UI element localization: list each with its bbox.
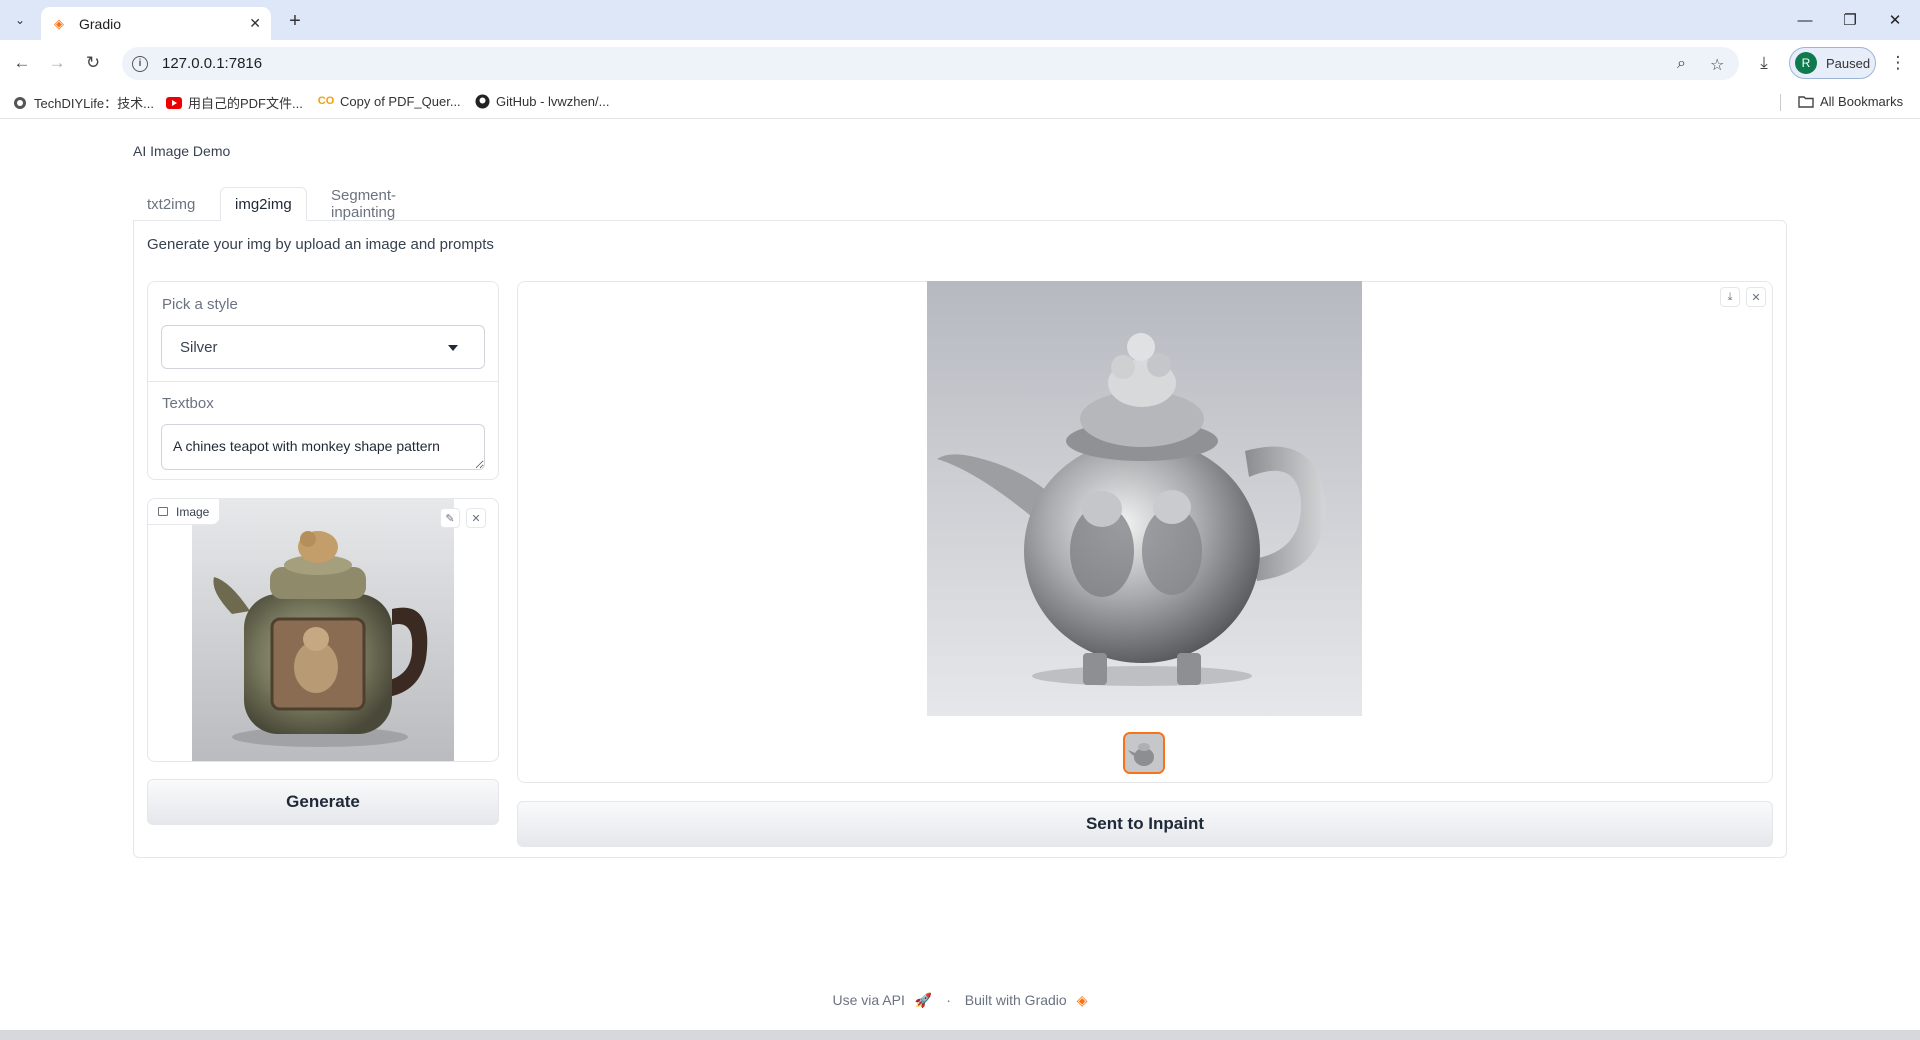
panel-description: Generate your img by upload an image and… bbox=[147, 236, 494, 253]
send-to-inpaint-button[interactable]: Sent to Inpaint bbox=[517, 801, 1773, 847]
forward-arrow-icon[interactable]: → bbox=[43, 49, 71, 77]
tab-segment-inpainting[interactable]: Segment-inpainting bbox=[317, 187, 410, 221]
clear-image-icon[interactable]: ✕ bbox=[466, 508, 486, 528]
edit-pencil-icon[interactable]: ✎ bbox=[440, 508, 460, 528]
restore-icon[interactable]: ❐ bbox=[1830, 6, 1870, 34]
image-label-text: Image bbox=[176, 504, 210, 519]
rocket-icon: 🚀 bbox=[914, 992, 933, 1008]
address-url: 127.0.0.1:7816 bbox=[162, 55, 263, 72]
bookmark-star-icon[interactable]: ☆ bbox=[1710, 55, 1724, 75]
gradio-logo-icon: ◈ bbox=[1076, 992, 1088, 1008]
input-teapot-image bbox=[192, 499, 454, 761]
built-with-gradio-link[interactable]: Built with Gradio bbox=[965, 992, 1067, 1008]
prompt-textbox[interactable]: A chines teapot with monkey shape patter… bbox=[161, 424, 485, 470]
minimize-icon[interactable]: — bbox=[1785, 6, 1825, 34]
bookmark-item[interactable]: TechDIYLife：技术... bbox=[12, 93, 154, 112]
bookmark-item[interactable]: CO Copy of PDF_Quer... bbox=[318, 93, 461, 109]
site-info-icon[interactable]: i bbox=[132, 55, 148, 72]
browser-toolbar: ← → ↻ i 127.0.0.1:7816 ⌕ ☆ ⤓ R Paused ⋮ bbox=[0, 40, 1920, 86]
bookmark-label: Copy of PDF_Quer... bbox=[340, 93, 461, 109]
close-gallery-icon[interactable]: ✕ bbox=[1746, 287, 1766, 307]
tab-search-chevron-icon[interactable]: ⌄ bbox=[8, 9, 32, 31]
prompt-form: Pick a style Silver Textbox A chines tea… bbox=[147, 281, 499, 480]
profile-button[interactable]: R Paused bbox=[1789, 47, 1876, 79]
footer: Use via API 🚀 · Built with Gradio ◈ bbox=[0, 992, 1920, 1009]
use-via-api-link[interactable]: Use via API bbox=[833, 992, 905, 1008]
style-dropdown[interactable]: Silver bbox=[161, 325, 485, 369]
bookmarks-divider bbox=[1780, 94, 1781, 111]
browser-menu-icon[interactable]: ⋮ bbox=[1884, 49, 1912, 77]
image-block-label: Image bbox=[148, 499, 221, 525]
tab-img2img[interactable]: img2img bbox=[220, 187, 307, 221]
github-icon bbox=[474, 93, 490, 109]
download-icon[interactable]: ⤓ bbox=[1720, 287, 1740, 307]
folder-icon bbox=[1798, 93, 1814, 109]
profile-avatar: R bbox=[1795, 52, 1817, 74]
thumbnail-teapot-icon bbox=[1125, 734, 1163, 772]
colab-icon: CO bbox=[317, 95, 335, 107]
browser-tab-title: Gradio bbox=[79, 15, 122, 32]
window-close-icon[interactable]: ✕ bbox=[1875, 6, 1915, 34]
textbox-label: Textbox bbox=[162, 395, 214, 412]
taskbar-edge bbox=[0, 1030, 1920, 1040]
image-icon bbox=[158, 507, 168, 516]
tab-close-icon[interactable]: ✕ bbox=[249, 15, 261, 32]
app-title: AI Image Demo bbox=[133, 143, 231, 159]
style-dropdown-value: Silver bbox=[180, 338, 218, 356]
gradio-favicon-icon: ◈ bbox=[54, 15, 64, 31]
bookmark-item[interactable]: GitHub - lvwzhen/... bbox=[474, 93, 609, 109]
browser-tab-strip: ⌄ ◈ Gradio ✕ + — ❐ ✕ bbox=[0, 0, 1920, 40]
globe-icon bbox=[12, 95, 28, 111]
zoom-icon[interactable]: ⌕ bbox=[1677, 55, 1686, 73]
address-bar[interactable]: i 127.0.0.1:7816 ⌕ ☆ bbox=[122, 47, 1739, 80]
profile-status: Paused bbox=[1826, 55, 1871, 71]
bookmark-label: TechDIYLife：技术... bbox=[34, 96, 154, 111]
downloads-icon[interactable]: ⤓ bbox=[1750, 49, 1778, 77]
footer-separator: · bbox=[946, 992, 951, 1008]
gallery-thumbnail[interactable] bbox=[1123, 732, 1165, 774]
reload-icon[interactable]: ↻ bbox=[79, 49, 107, 77]
back-arrow-icon[interactable]: ← bbox=[8, 49, 36, 77]
youtube-icon bbox=[166, 95, 182, 111]
bookmarks-bar: TechDIYLife：技术... 用自己的PDF文件... CO Copy o… bbox=[0, 86, 1920, 119]
bookmark-label: GitHub - lvwzhen/... bbox=[496, 93, 610, 109]
output-gallery: ⤓ ✕ bbox=[517, 281, 1773, 783]
output-silver-teapot-image[interactable] bbox=[927, 281, 1362, 716]
tab-txt2img[interactable]: txt2img bbox=[133, 187, 209, 221]
input-image-block[interactable]: Image ✎ ✕ bbox=[147, 498, 499, 762]
generate-button[interactable]: Generate bbox=[147, 779, 499, 825]
all-bookmarks-folder[interactable]: All Bookmarks bbox=[1798, 93, 1903, 109]
caret-down-icon bbox=[448, 345, 458, 351]
all-bookmarks-label: All Bookmarks bbox=[1820, 93, 1904, 109]
style-picker-label: Pick a style bbox=[162, 296, 238, 313]
bookmark-item[interactable]: 用自己的PDF文件... bbox=[166, 93, 303, 112]
browser-tab[interactable]: ◈ Gradio ✕ bbox=[41, 7, 271, 40]
bookmark-label: 用自己的PDF文件... bbox=[188, 96, 303, 111]
form-divider bbox=[148, 381, 498, 382]
new-tab-button[interactable]: + bbox=[282, 8, 308, 34]
